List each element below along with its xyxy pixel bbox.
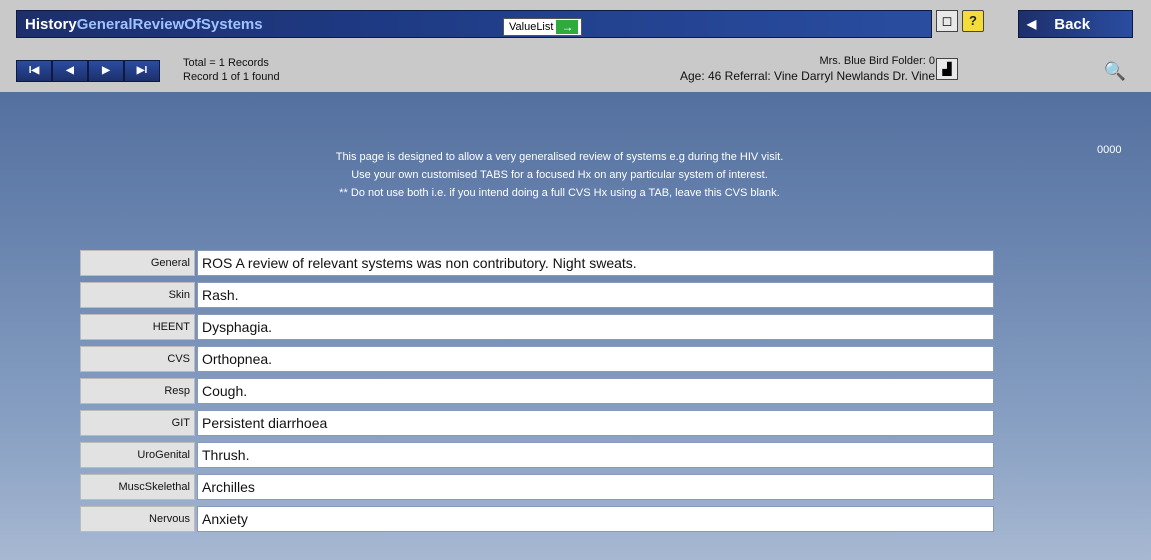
instruction-line: ** Do not use both i.e. if you intend do… — [339, 187, 780, 199]
window-title: HistoryGeneralReviewOfSystems — [25, 16, 263, 33]
instructions: This page is designed to allow a very ge… — [0, 148, 1151, 202]
title-sub: GeneralReviewOfSystems — [76, 16, 263, 33]
field-label: UroGenital — [80, 442, 195, 468]
field-label: Resp — [80, 378, 195, 404]
form-row-skin: Skin Rash. — [80, 282, 994, 308]
window-title-strip: HistoryGeneralReviewOfSystems — [16, 10, 932, 38]
patient-info: Mrs. Blue Bird Folder: 0 Age: 46 Referra… — [680, 54, 935, 83]
muscskelethal-field[interactable]: Archilles — [197, 474, 994, 500]
title-main: History — [25, 16, 77, 33]
form-row-nervous: Nervous Anxiety — [80, 506, 994, 532]
total-records: Total = 1 Records — [183, 57, 269, 69]
next-record-button[interactable]: ▶ — [88, 60, 124, 82]
instruction-line: Use your own customised TABS for a focus… — [351, 169, 768, 181]
help-icon[interactable]: ? — [962, 10, 984, 32]
git-field[interactable]: Persistent diarrhoea — [197, 410, 994, 436]
general-field[interactable]: ROS A review of relevant systems was non… — [197, 250, 994, 276]
field-label: HEENT — [80, 314, 195, 340]
window-toggle-button[interactable]: ◻ — [936, 10, 958, 32]
patient-age-referral: Age: 46 Referral: Vine Darryl Newlands D… — [679, 69, 935, 83]
record-count: Total = 1 Records Record 1 of 1 found — [183, 56, 280, 84]
field-label: General — [80, 250, 195, 276]
cvs-field[interactable]: Orthopnea. — [197, 346, 994, 372]
urogenital-field[interactable]: Thrush. — [197, 442, 994, 468]
value-list-button[interactable]: ValueList → — [503, 18, 583, 36]
first-record-button[interactable]: I◀ — [16, 60, 52, 82]
field-label: Skin — [80, 282, 195, 308]
resp-field[interactable]: Cough. — [197, 378, 994, 404]
systems-form: General ROS A review of relevant systems… — [80, 250, 994, 538]
form-row-muscskelethal: MuscSkelethal Archilles — [80, 474, 994, 500]
heent-field[interactable]: Dysphagia. — [197, 314, 994, 340]
nervous-field[interactable]: Anxiety — [197, 506, 994, 532]
field-label: CVS — [80, 346, 195, 372]
prev-record-button[interactable]: ◀ — [52, 60, 88, 82]
skin-field[interactable]: Rash. — [197, 282, 994, 308]
form-row-resp: Resp Cough. — [80, 378, 994, 404]
form-row-cvs: CVS Orthopnea. — [80, 346, 994, 372]
record-nav-buttons: I◀ ◀ ▶ ▶I — [16, 60, 160, 82]
zoom-icon[interactable]: 🔍 — [1097, 58, 1133, 84]
patient-name-folder: Mrs. Blue Bird Folder: 0 — [819, 55, 935, 67]
form-row-heent: HEENT Dysphagia. — [80, 314, 994, 340]
field-label: Nervous — [80, 506, 195, 532]
chart-icon[interactable]: ▟ — [936, 58, 958, 80]
field-label: GIT — [80, 410, 195, 436]
last-record-button[interactable]: ▶I — [124, 60, 160, 82]
back-button[interactable]: ◀ Back — [1018, 10, 1133, 38]
title-bar: HistoryGeneralReviewOfSystems ValueList … — [0, 0, 1151, 54]
back-label: Back — [1054, 15, 1091, 33]
back-arrow-icon: ◀ — [1027, 17, 1037, 31]
form-row-git: GIT Persistent diarrhoea — [80, 410, 994, 436]
record-position: Record 1 of 1 found — [183, 71, 280, 83]
green-arrow-icon: → — [556, 20, 579, 34]
field-label: MuscSkelethal — [80, 474, 195, 500]
value-list-label: ValueList — [509, 21, 554, 33]
record-nav-bar: I◀ ◀ ▶ ▶I Total = 1 Records Record 1 of … — [0, 54, 1151, 92]
form-row-general: General ROS A review of relevant systems… — [80, 250, 994, 276]
record-code: 0000 — [1097, 144, 1122, 156]
main-content: This page is designed to allow a very ge… — [0, 92, 1151, 560]
instruction-line: This page is designed to allow a very ge… — [335, 151, 784, 163]
form-row-urogenital: UroGenital Thrush. — [80, 442, 994, 468]
